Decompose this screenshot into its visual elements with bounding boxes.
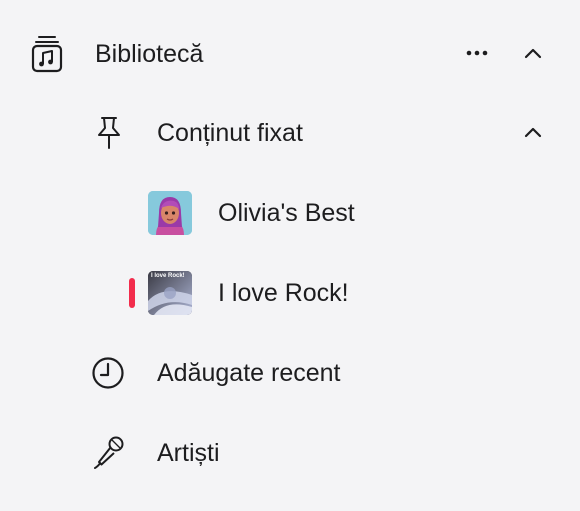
artists-label: Artiști — [157, 439, 220, 467]
recently-added-label: Adăugate recent — [157, 359, 341, 387]
chevron-up-icon[interactable] — [523, 47, 543, 61]
more-icon[interactable] — [466, 50, 488, 56]
microphone-icon — [94, 436, 124, 469]
pinned-label: Conținut fixat — [157, 119, 303, 147]
now-playing-indicator — [129, 278, 135, 308]
sidebar-section-library[interactable]: Bibliotecă — [0, 22, 580, 86]
music-library-icon — [31, 36, 63, 73]
chevron-up-icon[interactable] — [523, 126, 543, 140]
pinned-item-label: Olivia's Best — [218, 199, 355, 227]
clock-icon — [92, 357, 124, 389]
pinned-item-olivias-best[interactable]: Olivia's Best — [0, 181, 580, 245]
playlist-artwork-rock: I love Rock! — [148, 271, 192, 315]
sidebar-item-artists[interactable]: Artiști — [0, 421, 580, 485]
artwork-caption: I love Rock! — [151, 273, 185, 279]
pinned-item-label: I love Rock! — [218, 279, 349, 307]
sidebar-section-pinned[interactable]: Conținut fixat — [0, 101, 580, 165]
pinned-item-i-love-rock[interactable]: I love Rock! I love Rock! — [0, 261, 580, 325]
playlist-artwork-memoji — [148, 191, 192, 235]
sidebar-item-recently-added[interactable]: Adăugate recent — [0, 341, 580, 405]
pin-icon — [98, 117, 120, 149]
library-label: Bibliotecă — [95, 40, 204, 68]
